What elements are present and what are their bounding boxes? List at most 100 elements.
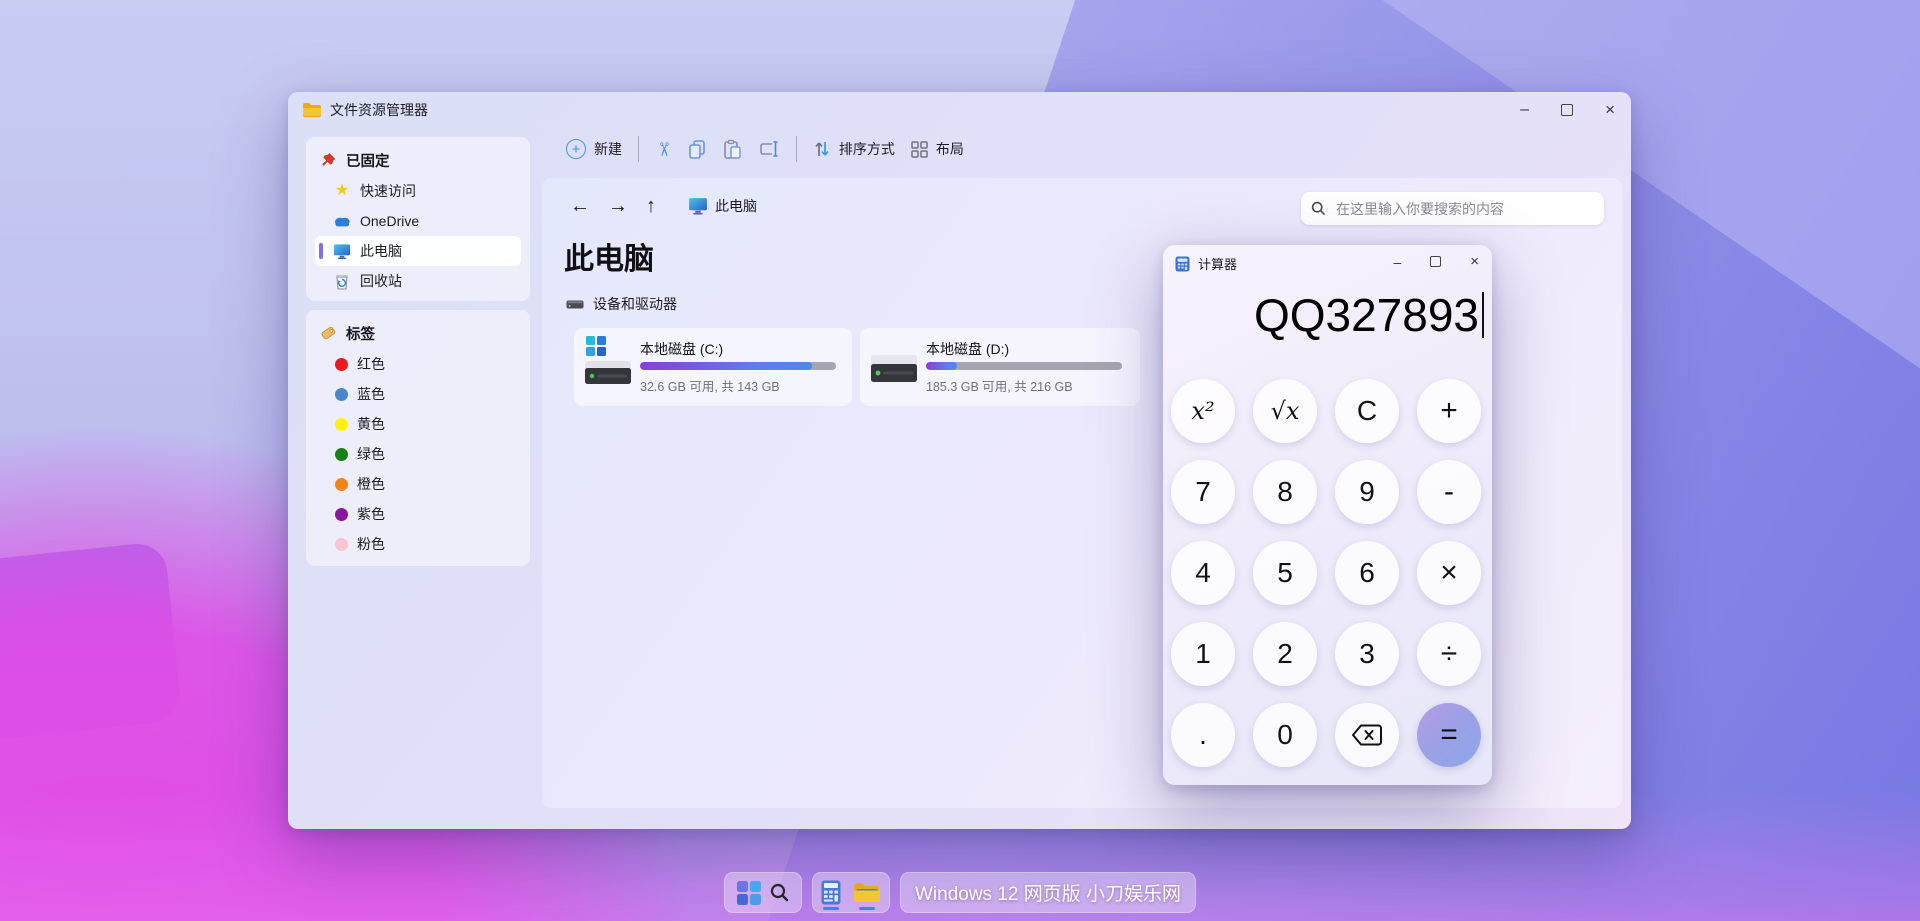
maximize-icon [1561,104,1573,116]
recycle-bin-icon [333,273,351,290]
maximize-button[interactable] [1561,104,1573,116]
search-input[interactable] [1334,200,1594,218]
selection-indicator [319,243,323,259]
hard-drive-icon [870,354,918,384]
sidebar-item-tag-green[interactable]: 绿色 [315,439,521,469]
sidebar-item-tag-red[interactable]: 红色 [315,349,521,379]
calculator-titlebar[interactable]: 计算器 [1175,254,1237,273]
sort-button[interactable]: 排序方式 [813,139,895,159]
backspace-icon [1351,723,1383,747]
tag-icon [319,324,337,342]
rename-icon[interactable] [758,140,780,158]
drive-icon [566,300,584,309]
toolbar-divider [796,136,797,162]
sidebar-item-quick-access[interactable]: ★ 快速访问 [315,176,521,206]
minimize-button[interactable]: – [1393,255,1401,269]
tag-color-dot [335,478,348,491]
sidebar-item-tag-orange[interactable]: 橙色 [315,469,521,499]
drive-info: 32.6 GB 可用, 共 143 GB [640,376,780,395]
search-box[interactable] [1301,192,1604,225]
onedrive-cloud-icon [333,215,351,227]
breadcrumb[interactable]: 此电脑 [688,196,757,216]
sidebar-item-recycle-bin[interactable]: 回收站 [315,266,521,296]
page-title: 此电脑 [564,234,654,278]
key-7[interactable]: 7 [1171,460,1235,524]
display-value: QQ327893 [1254,288,1479,342]
sidebar-item-tag-pink[interactable]: 粉色 [315,529,521,559]
minimize-button[interactable]: – [1520,102,1529,118]
section-header-devices[interactable]: 设备和驱动器 [566,294,677,314]
windows-logo-icon [586,336,606,356]
key-backspace[interactable] [1335,703,1399,767]
up-button[interactable]: ↑ [646,196,656,216]
drive-card-c[interactable]: 本地磁盘 (C:) 32.6 GB 可用, 共 143 GB [574,328,852,406]
sidebar-item-tag-blue[interactable]: 蓝色 [315,379,521,409]
tag-color-dot [335,358,348,371]
drive-card-d[interactable]: 本地磁盘 (D:) 185.3 GB 可用, 共 216 GB [860,328,1140,406]
key-decimal[interactable]: . [1171,703,1235,767]
folder-icon [853,882,881,905]
search-button[interactable] [770,883,789,902]
key-8[interactable]: 8 [1253,460,1317,524]
sidebar-item-tag-yellow[interactable]: 黄色 [315,409,521,439]
maximize-button[interactable] [1430,256,1441,267]
forward-button[interactable]: → [608,196,628,216]
sidebar-tags-header: 标签 [315,317,521,349]
key-sqrt[interactable]: √x [1253,379,1317,443]
key-subtract[interactable]: - [1417,460,1481,524]
paste-icon[interactable] [723,139,742,160]
taskbar-caption-pill[interactable]: Windows 12 网页版 小刀娱乐网 [900,872,1196,913]
key-equals[interactable]: = [1417,703,1481,767]
layout-grid-icon [911,141,928,158]
drive-d-icon [870,342,920,392]
navigation-bar: ← → ↑ 此电脑 [570,196,757,216]
layout-button[interactable]: 布局 [911,139,964,159]
taskbar-start-group [724,872,802,913]
key-multiply[interactable]: × [1417,541,1481,605]
drive-c-icon [584,342,634,392]
drive-name: 本地磁盘 (D:) [926,339,1009,359]
tag-color-dot [335,418,348,431]
copy-icon[interactable] [687,139,707,160]
back-button[interactable]: ← [570,196,590,216]
folder-icon [302,102,322,118]
key-square[interactable]: x² [1171,379,1235,443]
hard-drive-icon [584,360,632,386]
taskbar-explorer-button[interactable] [853,872,881,913]
calculator-window: 计算器 – × QQ327893 x² √x C + 7 8 9 - 4 5 6… [1163,245,1492,785]
maximize-icon [1430,256,1441,267]
text-cursor [1482,292,1484,338]
search-icon [1311,201,1326,216]
calculator-display[interactable]: QQ327893 [1171,283,1484,347]
star-icon: ★ [333,183,351,199]
taskbar-caption-text: Windows 12 网页版 小刀娱乐网 [915,879,1181,906]
window-title: 文件资源管理器 [330,100,428,120]
key-5[interactable]: 5 [1253,541,1317,605]
key-4[interactable]: 4 [1171,541,1235,605]
close-button[interactable]: × [1605,101,1615,118]
sidebar-pinned-header: 已固定 [315,144,521,176]
calculator-icon [821,880,841,905]
cut-icon[interactable]: ✂ [651,141,674,157]
key-3[interactable]: 3 [1335,622,1399,686]
drive-usage-fill [640,362,812,370]
sidebar-item-this-pc[interactable]: 此电脑 [315,236,521,266]
monitor-icon [333,243,351,260]
key-add[interactable]: + [1417,379,1481,443]
sidebar-item-tag-purple[interactable]: 紫色 [315,499,521,529]
calculator-keypad: x² √x C + 7 8 9 - 4 5 6 × 1 2 3 ÷ . 0 = [1171,379,1481,767]
key-9[interactable]: 9 [1335,460,1399,524]
taskbar-apps-group [812,872,890,913]
key-0[interactable]: 0 [1253,703,1317,767]
key-6[interactable]: 6 [1335,541,1399,605]
key-divide[interactable]: ÷ [1417,622,1481,686]
key-2[interactable]: 2 [1253,622,1317,686]
new-button[interactable]: + 新建 [566,139,622,159]
taskbar-calculator-button[interactable] [821,872,841,913]
start-button[interactable] [737,881,761,905]
key-1[interactable]: 1 [1171,622,1235,686]
sidebar-item-onedrive[interactable]: OneDrive [315,206,521,236]
close-button[interactable]: × [1470,254,1479,269]
explorer-titlebar[interactable]: 文件资源管理器 – × [288,92,1631,128]
key-clear[interactable]: C [1335,379,1399,443]
